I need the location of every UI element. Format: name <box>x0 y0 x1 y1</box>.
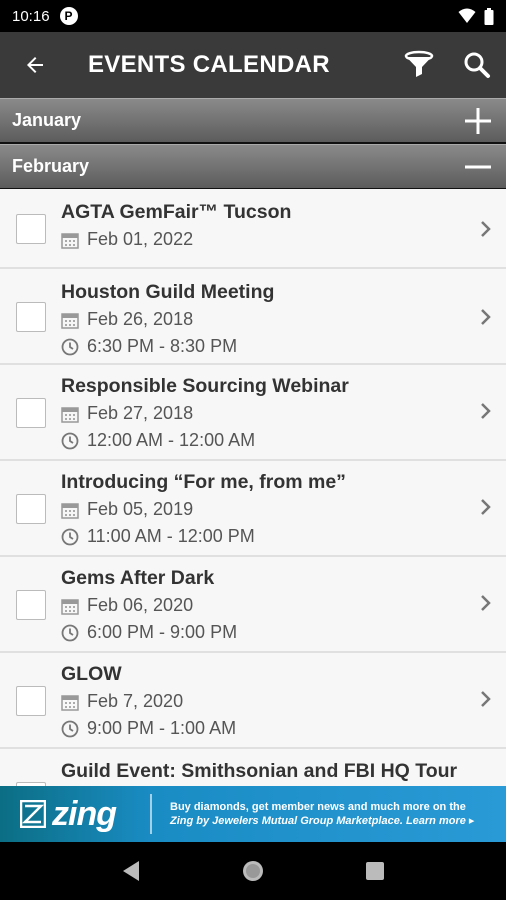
month-header-january[interactable]: January <box>0 98 506 142</box>
system-nav-bar <box>0 842 506 900</box>
event-time-text: 9:00 PM - 1:00 AM <box>87 718 237 738</box>
event-date-text: Feb 05, 2019 <box>87 499 194 519</box>
ad-line-2[interactable]: Zing by Jewelers Mutual Group Marketplac… <box>170 814 474 828</box>
event-title: Guild Event: Smithsonian and FBI HQ Tour <box>61 760 458 782</box>
minus-icon <box>465 165 491 168</box>
event-checkbox[interactable] <box>16 686 46 716</box>
nav-back-button[interactable] <box>111 851 151 891</box>
event-row[interactable]: GLOW Feb 7, 2020 9:00 PM - 1:00 AM <box>0 653 506 749</box>
event-row[interactable]: Responsible Sourcing Webinar Feb 27, 201… <box>0 365 506 461</box>
event-date: Feb 01, 2022 <box>61 229 193 250</box>
event-time-text: 12:00 AM - 12:00 AM <box>87 430 256 450</box>
event-date: Feb 26, 2018 <box>61 309 193 330</box>
event-date: Feb 7, 2020 <box>61 691 183 712</box>
event-list[interactable]: AGTA GemFair™ Tucson Feb 01, 2022 Housto… <box>0 189 506 786</box>
calendar-icon <box>61 598 79 615</box>
clock-icon <box>61 528 79 545</box>
calendar-icon <box>61 232 79 249</box>
calendar-icon <box>61 312 79 329</box>
calendar-icon <box>61 502 79 519</box>
event-date-text: Feb 7, 2020 <box>87 691 184 711</box>
calendar-icon <box>61 694 79 711</box>
event-row[interactable]: Guild Event: Smithsonian and FBI HQ Tour <box>0 749 506 786</box>
clock-icon <box>61 624 79 641</box>
event-time-text: 6:30 PM - 8:30 PM <box>87 336 238 356</box>
clock-icon <box>61 432 79 449</box>
month-label: February <box>12 156 90 176</box>
event-time-text: 11:00 AM - 12:00 PM <box>87 526 255 546</box>
status-time: 10:16 <box>12 7 50 25</box>
chevron-right-icon <box>481 403 491 419</box>
event-title: GLOW <box>61 663 122 685</box>
event-title: AGTA GemFair™ Tucson <box>61 201 292 223</box>
page-title: EVENTS CALENDAR <box>88 51 330 78</box>
chevron-right-icon <box>481 595 491 611</box>
app-bar: EVENTS CALENDAR <box>0 32 506 98</box>
filter-button[interactable] <box>390 32 448 98</box>
zing-logo: zing <box>0 786 150 842</box>
event-date-text: Feb 26, 2018 <box>87 309 194 329</box>
search-icon <box>464 52 490 78</box>
event-title: Houston Guild Meeting <box>61 281 275 303</box>
collapse-button[interactable] <box>450 145 506 189</box>
event-title: Responsible Sourcing Webinar <box>61 375 349 397</box>
event-checkbox[interactable] <box>16 302 46 332</box>
back-button[interactable] <box>0 32 70 98</box>
event-time-text: 6:00 PM - 9:00 PM <box>87 622 238 642</box>
event-row[interactable]: Introducing “For me, from me” Feb 05, 20… <box>0 461 506 557</box>
search-button[interactable] <box>448 32 506 98</box>
parking-notification-icon: P <box>59 7 78 25</box>
ad-divider <box>150 794 152 834</box>
ad-banner[interactable]: zing Buy diamonds, get member news and m… <box>0 786 506 842</box>
expand-button[interactable] <box>450 99 506 143</box>
zing-mark-icon <box>20 800 46 828</box>
event-time: 9:00 PM - 1:00 AM <box>61 718 236 739</box>
event-date: Feb 05, 2019 <box>61 499 193 520</box>
plus-icon <box>465 107 491 134</box>
battery-icon <box>484 7 494 25</box>
event-checkbox[interactable] <box>16 214 46 244</box>
event-date: Feb 27, 2018 <box>61 403 193 424</box>
event-title: Introducing “For me, from me” <box>61 471 346 493</box>
event-date-text: Feb 01, 2022 <box>87 229 194 249</box>
month-header-february[interactable]: February <box>0 144 506 188</box>
circle-home-icon <box>243 861 263 881</box>
event-time: 6:30 PM - 8:30 PM <box>61 336 237 357</box>
event-date-text: Feb 06, 2020 <box>87 595 194 615</box>
status-bar: 10:16 P <box>0 0 506 32</box>
back-arrow-icon <box>27 57 43 73</box>
triangle-back-icon <box>123 861 139 881</box>
clock-icon <box>61 720 79 737</box>
event-date-text: Feb 27, 2018 <box>87 403 194 423</box>
clock-icon <box>61 338 79 355</box>
month-label: January <box>12 110 82 130</box>
ad-line-1: Buy diamonds, get member news and much m… <box>170 801 466 813</box>
event-row[interactable]: Houston Guild Meeting Feb 26, 2018 6:30 … <box>0 269 506 365</box>
event-title: Gems After Dark <box>61 567 215 589</box>
event-row[interactable]: AGTA GemFair™ Tucson Feb 01, 2022 <box>0 189 506 269</box>
chevron-right-icon <box>481 221 491 237</box>
square-recents-icon <box>366 862 384 880</box>
chevron-right-icon <box>481 309 491 325</box>
event-checkbox[interactable] <box>16 494 46 524</box>
chevron-right-icon <box>481 691 491 707</box>
event-time: 6:00 PM - 9:00 PM <box>61 622 237 643</box>
filter-icon <box>404 50 434 77</box>
event-date: Feb 06, 2020 <box>61 595 193 616</box>
calendar-icon <box>61 406 79 423</box>
event-checkbox[interactable] <box>16 398 46 428</box>
zing-wordmark: zing <box>52 794 117 833</box>
ad-text: Buy diamonds, get member news and much m… <box>170 800 474 828</box>
nav-recents-button[interactable] <box>355 851 395 891</box>
nav-home-button[interactable] <box>233 851 273 891</box>
event-time: 11:00 AM - 12:00 PM <box>61 526 255 547</box>
chevron-right-icon <box>481 499 491 515</box>
wifi-icon <box>458 8 476 23</box>
event-checkbox[interactable] <box>16 590 46 620</box>
event-time: 12:00 AM - 12:00 AM <box>61 430 255 451</box>
event-row[interactable]: Gems After Dark Feb 06, 2020 6:00 PM - 9… <box>0 557 506 653</box>
